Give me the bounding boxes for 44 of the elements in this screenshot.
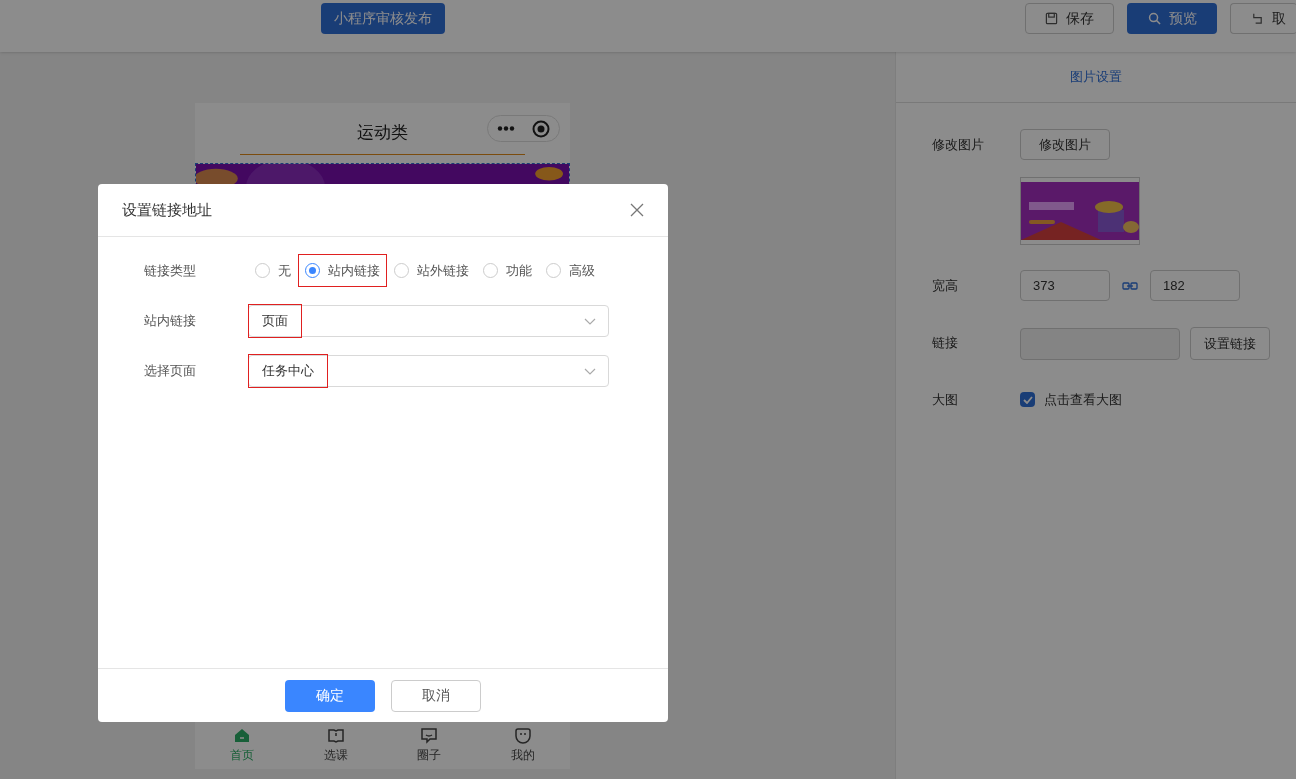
undo-icon: [1251, 12, 1264, 25]
page-title: 运动类: [357, 122, 408, 145]
chevron-down-icon: [584, 367, 596, 375]
chat-icon: [420, 725, 439, 744]
width-input[interactable]: 373: [1020, 270, 1110, 301]
face-icon: [514, 725, 533, 744]
cancel-button[interactable]: 取消: [391, 679, 481, 712]
select-field[interactable]: 任务中心: [248, 355, 609, 387]
record-icon: [532, 119, 551, 138]
panel-tab[interactable]: 图片设置: [1070, 67, 1122, 87]
checkbox[interactable]: [1020, 392, 1035, 407]
confirm-button[interactable]: 确定: [285, 679, 375, 712]
radio-option[interactable]: 站外链接: [387, 254, 476, 287]
checkbox-label: 点击查看大图: [1044, 390, 1122, 409]
dialog-title: 设置链接地址: [122, 199, 212, 220]
field-label: 选择页面: [144, 362, 197, 381]
field-label: 宽高: [932, 277, 959, 295]
close-icon[interactable]: [630, 203, 644, 217]
radio-option[interactable]: 无: [248, 254, 298, 287]
preview-button[interactable]: 预览: [1127, 3, 1217, 34]
field-label: 链接类型: [144, 261, 197, 280]
chevron-down-icon: [584, 317, 596, 325]
tab-bar-item[interactable]: 选课: [288, 725, 383, 764]
field-label: 修改图片: [932, 136, 985, 154]
publish-button[interactable]: 小程序审核发布: [321, 3, 445, 34]
change-image-button[interactable]: 修改图片: [1020, 129, 1110, 160]
save-button[interactable]: 保存: [1025, 3, 1114, 34]
field-label: 大图: [932, 391, 959, 409]
field-label: 站内链接: [144, 312, 197, 331]
select-field[interactable]: 页面: [248, 305, 609, 337]
more-icon: [496, 126, 515, 131]
save-icon: [1045, 12, 1058, 25]
link-field[interactable]: [1020, 327, 1180, 360]
search-icon: [1147, 12, 1161, 25]
link-icon[interactable]: [1122, 280, 1138, 291]
radio-option[interactable]: 站内链接: [298, 254, 387, 287]
field-label: 链接: [932, 334, 959, 352]
cancel-button[interactable]: 取: [1230, 3, 1296, 34]
height-input[interactable]: 182: [1150, 270, 1240, 301]
radio-option[interactable]: 功能: [476, 254, 539, 287]
radio-option[interactable]: 高级: [539, 254, 602, 287]
tab-bar-item[interactable]: 圈子: [382, 725, 477, 764]
set-link-button[interactable]: 设置链接: [1190, 327, 1270, 360]
tab-bar-item[interactable]: 我的: [476, 725, 570, 764]
